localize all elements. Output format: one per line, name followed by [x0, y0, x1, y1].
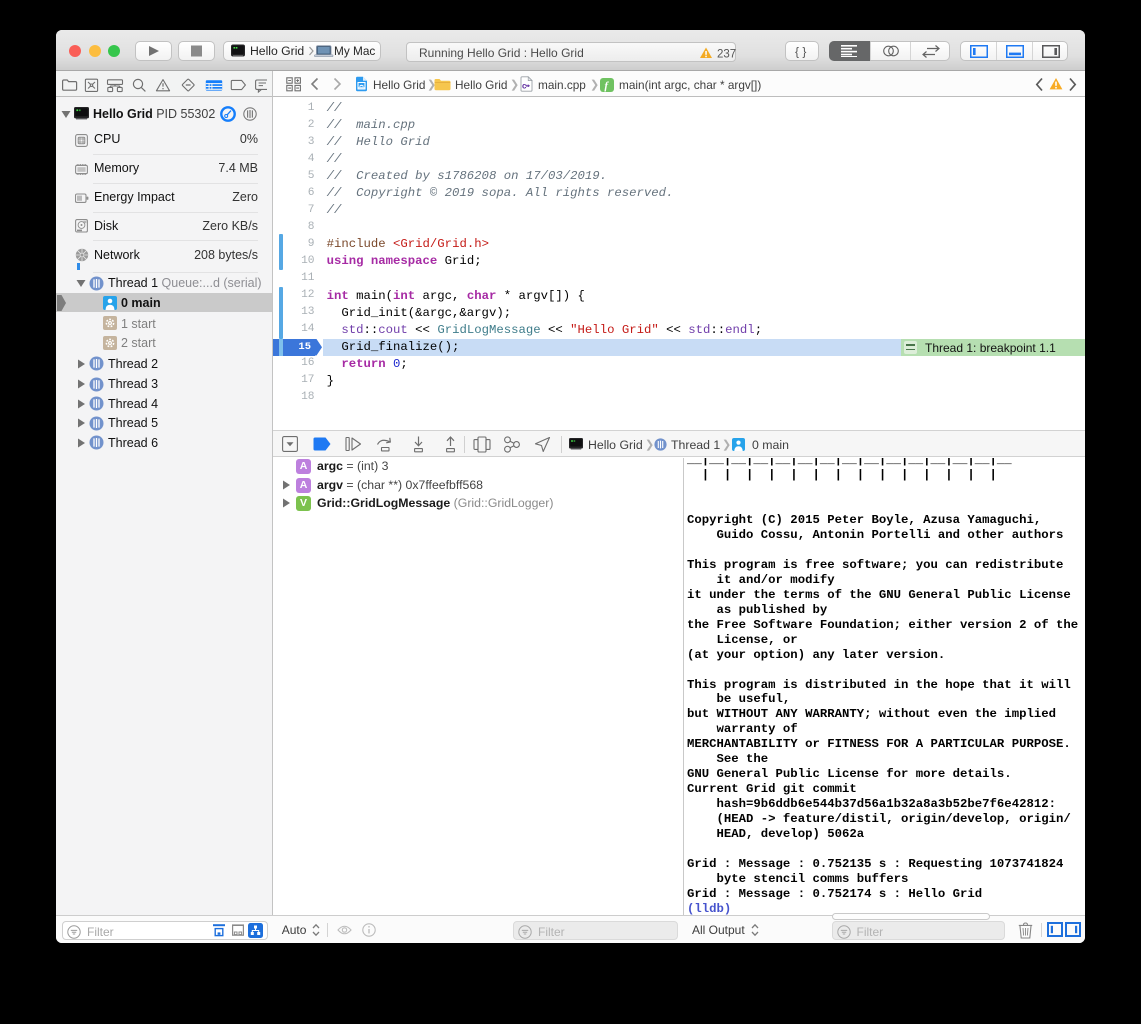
svg-text:237: 237: [717, 48, 736, 60]
svg-text:Hello Grid: Hello Grid: [250, 44, 304, 58]
svg-text:My Mac: My Mac: [334, 44, 375, 58]
svg-text:{ }: { }: [795, 44, 806, 58]
